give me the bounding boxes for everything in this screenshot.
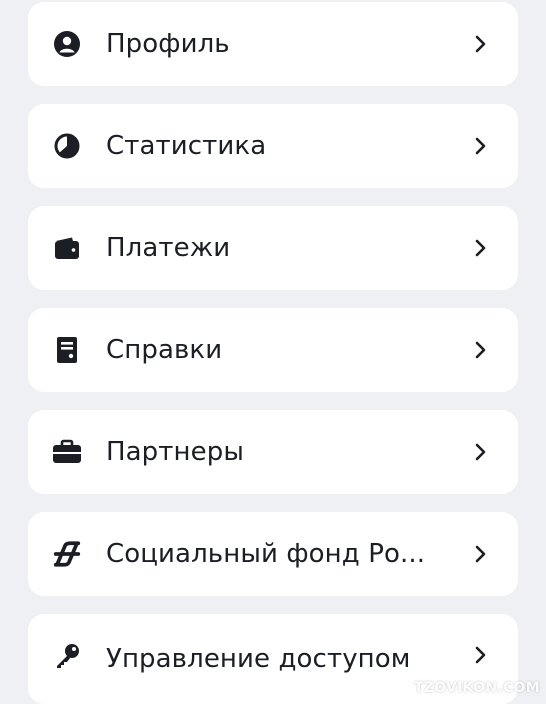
key-icon bbox=[52, 641, 82, 671]
menu-item-profile[interactable]: Профиль bbox=[28, 2, 518, 86]
menu-item-certificates[interactable]: Справки bbox=[28, 308, 518, 392]
menu-item-statistics[interactable]: Статистика bbox=[28, 104, 518, 188]
chevron-right-icon bbox=[475, 35, 486, 53]
pie-chart-icon bbox=[52, 131, 82, 161]
menu-item-label: Справки bbox=[106, 335, 223, 365]
briefcase-icon bbox=[52, 437, 82, 467]
menu-list: Профиль Статистика Платежи Справки Партн… bbox=[0, 0, 546, 704]
menu-item-social-fund[interactable]: Социальный фонд Ро... bbox=[28, 512, 518, 596]
watermark: TZOVIKON.COM bbox=[394, 680, 540, 696]
chevron-right-icon bbox=[475, 137, 486, 155]
chevron-right-icon bbox=[475, 646, 486, 664]
menu-item-label: Управление доступом bbox=[106, 644, 411, 674]
document-icon bbox=[52, 335, 82, 365]
watermark-logo-icon bbox=[394, 680, 410, 696]
menu-item-label: Социальный фонд Ро... bbox=[106, 539, 426, 569]
menu-item-label: Статистика bbox=[106, 131, 267, 161]
menu-item-payments[interactable]: Платежи bbox=[28, 206, 518, 290]
chevron-right-icon bbox=[475, 239, 486, 257]
chevron-right-icon bbox=[475, 443, 486, 461]
menu-item-label: Профиль bbox=[106, 29, 230, 59]
social-fund-logo-icon bbox=[52, 539, 82, 569]
menu-item-label: Партнеры bbox=[106, 437, 244, 467]
watermark-text: TZOVIKON.COM bbox=[413, 680, 540, 696]
menu-item-partners[interactable]: Партнеры bbox=[28, 410, 518, 494]
chevron-right-icon bbox=[475, 341, 486, 359]
chevron-right-icon bbox=[475, 545, 486, 563]
menu-item-label: Платежи bbox=[106, 233, 231, 263]
user-icon bbox=[52, 29, 82, 59]
wallet-icon bbox=[52, 233, 82, 263]
